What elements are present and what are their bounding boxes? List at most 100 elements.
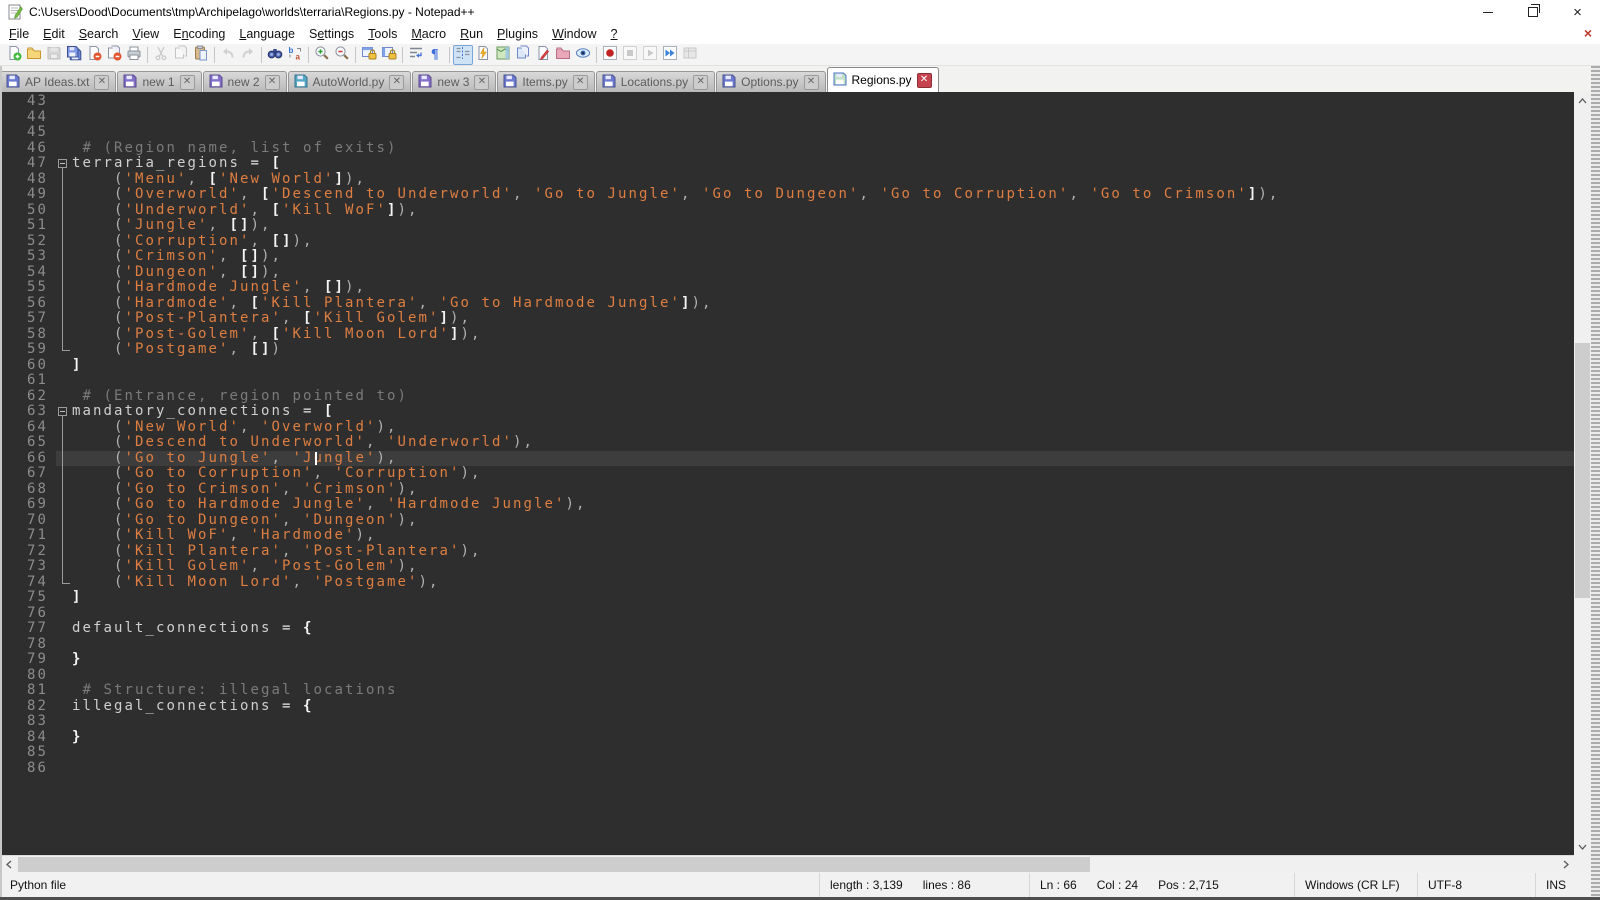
code-line[interactable]: 61 (0, 373, 1574, 389)
line-number[interactable]: 52 (0, 234, 56, 250)
line-number[interactable]: 60 (0, 358, 56, 374)
code-line[interactable]: 64 ('New World', 'Overworld'), (0, 420, 1574, 436)
minimize-button[interactable] (1465, 0, 1510, 24)
fold-collapse-marker[interactable] (56, 156, 72, 172)
paste-button[interactable] (191, 45, 211, 65)
code-line[interactable]: 47terraria_regions = [ (0, 156, 1574, 172)
redo-button[interactable] (238, 45, 258, 65)
replace-button[interactable]: ba (285, 45, 305, 65)
menu-item-edit[interactable]: Edit (36, 25, 72, 43)
word-wrap-button[interactable] (406, 45, 426, 65)
tab-close-icon[interactable]: ✕ (474, 75, 489, 90)
tab-close-icon[interactable]: ✕ (94, 75, 109, 90)
menu-item-file[interactable]: File (2, 25, 36, 43)
code-line[interactable]: 77default_connections = { (0, 621, 1574, 637)
line-number[interactable]: 86 (0, 761, 56, 777)
line-number[interactable]: 85 (0, 745, 56, 761)
code-line[interactable]: 79} (0, 652, 1574, 668)
tab-ap-ideas-txt[interactable]: AP Ideas.txt✕ (0, 71, 116, 92)
sync-scroll-horizontal-button[interactable] (379, 45, 399, 65)
code-line[interactable]: 54 ('Dungeon', []), (0, 265, 1574, 281)
tab-items-py[interactable]: Items.py✕ (497, 71, 594, 92)
line-number[interactable]: 47 (0, 156, 56, 172)
code-line[interactable]: 66 ('Go to Jungle', 'Jungle'), (0, 451, 1574, 467)
code-line[interactable]: 71 ('Kill WoF', 'Hardmode'), (0, 528, 1574, 544)
close-file-button[interactable] (84, 45, 104, 65)
macro-stop-button[interactable] (620, 45, 640, 65)
menu-item-window[interactable]: Window (545, 25, 603, 43)
code-line[interactable]: 45 (0, 125, 1574, 141)
line-number[interactable]: 45 (0, 125, 56, 141)
line-number[interactable]: 55 (0, 280, 56, 296)
tab-locations-py[interactable]: Locations.py✕ (596, 71, 715, 92)
menu-item-settings[interactable]: Settings (302, 25, 361, 43)
line-number[interactable]: 82 (0, 699, 56, 715)
close-document-button[interactable]: × (1584, 25, 1592, 41)
find-button[interactable] (265, 45, 285, 65)
line-number[interactable]: 62 (0, 389, 56, 405)
line-number[interactable]: 59 (0, 342, 56, 358)
line-number[interactable]: 67 (0, 466, 56, 482)
line-number[interactable]: 80 (0, 668, 56, 684)
code-line[interactable]: 73 ('Kill Golem', 'Post-Golem'), (0, 559, 1574, 575)
line-number[interactable]: 44 (0, 110, 56, 126)
show-all-characters-button[interactable]: ¶ (426, 45, 446, 65)
print-button[interactable] (124, 45, 144, 65)
code-line[interactable]: 55 ('Hardmode Jungle', []), (0, 280, 1574, 296)
show-indent-guide-button[interactable] (453, 45, 473, 65)
code-line[interactable]: 80 (0, 668, 1574, 684)
code-line[interactable]: 52 ('Corruption', []), (0, 234, 1574, 250)
tab-close-icon[interactable]: ✕ (693, 75, 708, 90)
line-number[interactable]: 50 (0, 203, 56, 219)
menu-item-help[interactable]: ? (604, 25, 625, 43)
open-file-button[interactable] (24, 45, 44, 65)
macro-record-button[interactable] (600, 45, 620, 65)
line-number[interactable]: 70 (0, 513, 56, 529)
vertical-scrollbar[interactable] (1574, 92, 1591, 855)
cut-button[interactable] (151, 45, 171, 65)
line-number[interactable]: 66 (0, 451, 56, 467)
status-eol-format[interactable]: Windows (CR LF) (1295, 873, 1418, 897)
code-editor[interactable]: 43444546 # (Region name, list of exits)4… (0, 92, 1574, 855)
tab-close-icon[interactable]: ✕ (804, 75, 819, 90)
code-line[interactable]: 70 ('Go to Dungeon', 'Dungeon'), (0, 513, 1574, 529)
scroll-left-button[interactable] (0, 856, 17, 873)
line-number[interactable]: 43 (0, 94, 56, 110)
horizontal-scrollbar-thumb[interactable] (18, 857, 1090, 872)
macro-run-multiple-button[interactable] (660, 45, 680, 65)
code-line[interactable]: 63mandatory_connections = [ (0, 404, 1574, 420)
restore-button[interactable] (1510, 0, 1555, 24)
folder-as-workspace-button[interactable] (553, 45, 573, 65)
code-line[interactable]: 56 ('Hardmode', ['Kill Plantera', 'Go to… (0, 296, 1574, 312)
line-number[interactable]: 81 (0, 683, 56, 699)
code-line[interactable]: 82illegal_connections = { (0, 699, 1574, 715)
code-line[interactable]: 69 ('Go to Hardmode Jungle', 'Hardmode J… (0, 497, 1574, 513)
tab-close-icon[interactable]: ✕ (265, 75, 280, 90)
code-line[interactable]: 72 ('Kill Plantera', 'Post-Plantera'), (0, 544, 1574, 560)
line-number[interactable]: 56 (0, 296, 56, 312)
tab-regions-py[interactable]: Regions.py✕ (827, 67, 939, 92)
close-all-button[interactable] (104, 45, 124, 65)
save-all-button[interactable] (64, 45, 84, 65)
code-line[interactable]: 78 (0, 637, 1574, 653)
menu-item-encoding[interactable]: Encoding (166, 25, 232, 43)
menu-item-run[interactable]: Run (453, 25, 490, 43)
code-line[interactable]: 59 ('Postgame', []) (0, 342, 1574, 358)
close-button[interactable]: × (1555, 0, 1600, 24)
copy-button[interactable] (171, 45, 191, 65)
line-number[interactable]: 76 (0, 606, 56, 622)
code-line[interactable]: 83 (0, 714, 1574, 730)
vertical-scrollbar-thumb[interactable] (1575, 343, 1590, 598)
menu-item-plugins[interactable]: Plugins (490, 25, 545, 43)
monitoring-button[interactable] (573, 45, 593, 65)
line-number[interactable]: 46 (0, 141, 56, 157)
line-number[interactable]: 51 (0, 218, 56, 234)
line-number[interactable]: 64 (0, 420, 56, 436)
menu-item-tools[interactable]: Tools (361, 25, 404, 43)
line-number[interactable]: 68 (0, 482, 56, 498)
status-insert-mode[interactable]: INS (1536, 873, 1591, 897)
code-line[interactable]: 86 (0, 761, 1574, 777)
menu-item-macro[interactable]: Macro (404, 25, 453, 43)
line-number[interactable]: 78 (0, 637, 56, 653)
tab-close-icon[interactable]: ✕ (917, 73, 932, 88)
